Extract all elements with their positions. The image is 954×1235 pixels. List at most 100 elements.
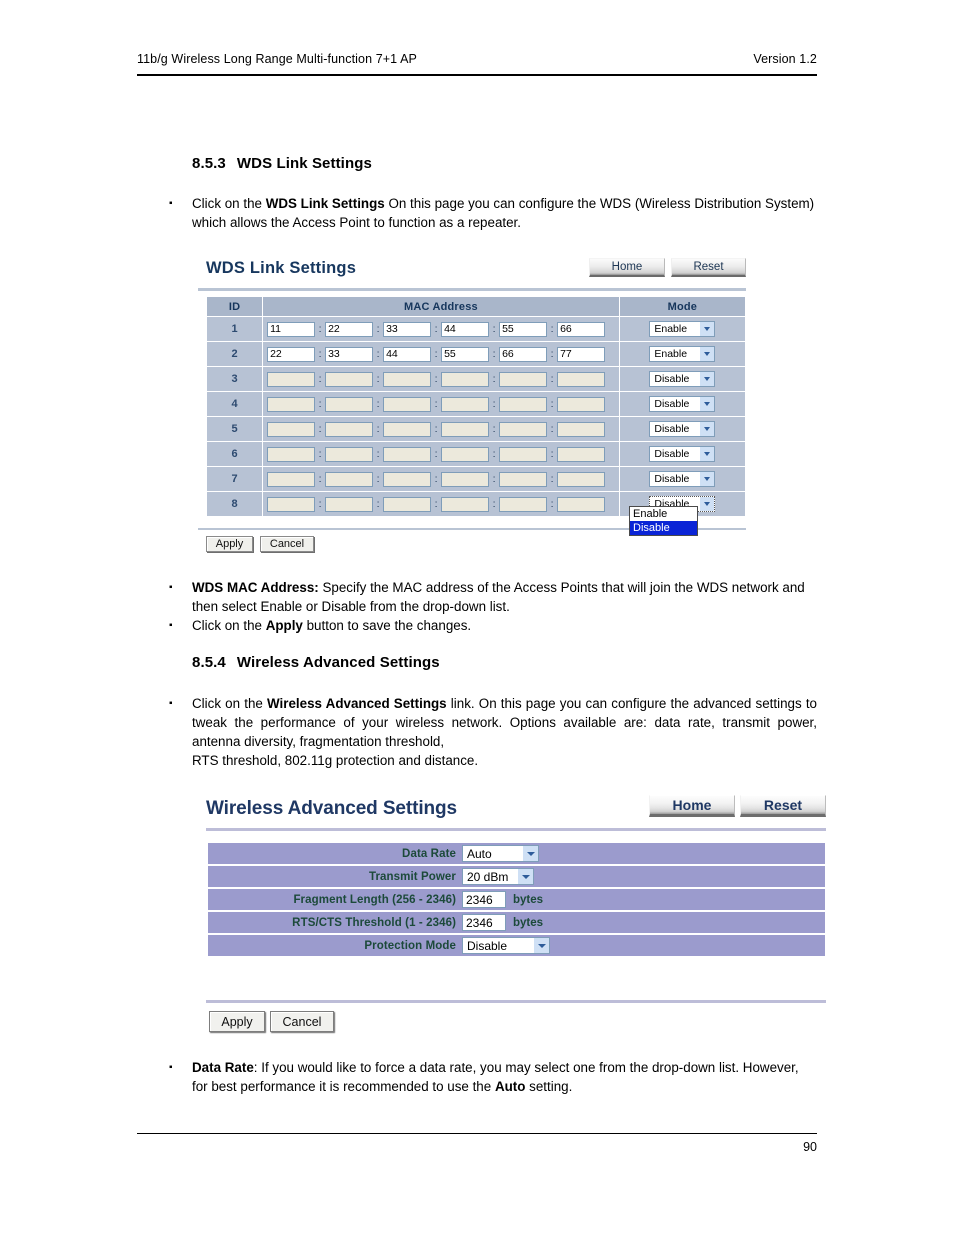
wds-mac-octet[interactable] xyxy=(557,421,606,437)
wds-mac-octet[interactable] xyxy=(383,396,432,412)
mac-separator: : xyxy=(550,448,554,460)
chevron-down-icon xyxy=(700,472,715,486)
advanced-cancel-button[interactable]: Cancel xyxy=(270,1011,334,1032)
wds-mode-dropdown-list[interactable]: Enable Disable xyxy=(629,506,698,536)
wds-mac-octet[interactable] xyxy=(499,421,548,437)
wds-mac-octet[interactable] xyxy=(441,471,490,487)
wds-mac-octet[interactable] xyxy=(557,346,606,362)
wds-mac-octet[interactable] xyxy=(267,371,316,387)
wds-mac-octet[interactable] xyxy=(267,346,316,362)
wds-cancel-button[interactable]: Cancel xyxy=(260,536,314,552)
chevron-down-icon xyxy=(700,397,715,411)
wds-mac-octet[interactable] xyxy=(441,321,490,337)
wds-mac-octet[interactable] xyxy=(325,346,374,362)
wds-mac-octet[interactable] xyxy=(325,471,374,487)
table-row: 2 : : : : : xyxy=(205,341,747,367)
wds-mac-octet[interactable] xyxy=(325,396,374,412)
wds-row-mac: : : : : : xyxy=(262,316,620,342)
wds-title-divider xyxy=(198,288,746,291)
wds-mac-octet[interactable] xyxy=(499,371,548,387)
wds-mac-octet[interactable] xyxy=(267,321,316,337)
wds-row-mac: : : : : : xyxy=(262,466,620,492)
wds-mac-octet[interactable] xyxy=(383,371,432,387)
wds-mode-select[interactable]: Disable xyxy=(649,446,716,462)
wds-panel-title: WDS Link Settings xyxy=(206,259,357,277)
wds-mac-octet[interactable] xyxy=(499,496,548,512)
mac-separator: : xyxy=(318,348,322,360)
wds-mac-octet[interactable] xyxy=(557,321,606,337)
wds-mac-octet[interactable] xyxy=(441,421,490,437)
data-rate-value: Auto xyxy=(467,846,492,861)
advanced-intro-bold: Wireless Advanced Settings xyxy=(267,696,447,711)
wds-row-id: 4 xyxy=(205,391,264,417)
field-label-data-rate: Data Rate xyxy=(208,843,462,864)
wds-mode-select[interactable]: Enable xyxy=(649,321,716,337)
advanced-home-button[interactable]: Home xyxy=(649,795,735,817)
wds-mac-octet[interactable] xyxy=(383,421,432,437)
rts-cts-threshold-input[interactable] xyxy=(462,914,506,931)
wds-mac-octet[interactable] xyxy=(441,446,490,462)
advanced-intro-text: Click on the Wireless Advanced Settings … xyxy=(192,694,817,770)
wds-mac-octet[interactable] xyxy=(557,371,606,387)
wds-mac-octet[interactable] xyxy=(383,321,432,337)
wds-mac-octet[interactable] xyxy=(267,396,316,412)
wds-mac-octet[interactable] xyxy=(267,446,316,462)
wds-mac-octet[interactable] xyxy=(383,346,432,362)
wds-mode-select[interactable]: Disable xyxy=(649,371,716,387)
dropdown-option-disable[interactable]: Disable xyxy=(630,521,697,535)
wds-mode-select[interactable]: Disable xyxy=(649,421,716,437)
wds-reset-button[interactable]: Reset xyxy=(671,258,746,277)
data-rate-select[interactable]: Auto xyxy=(462,845,539,862)
wds-mode-select[interactable]: Enable xyxy=(649,346,716,362)
wds-mac-octet[interactable] xyxy=(557,396,606,412)
mac-separator: : xyxy=(434,448,438,460)
mac-separator: : xyxy=(318,473,322,485)
table-row: 6 : : : : : Disable xyxy=(205,441,747,467)
wds-mac-octet[interactable] xyxy=(499,396,548,412)
wds-mac-octet[interactable] xyxy=(499,346,548,362)
dropdown-option-enable[interactable]: Enable xyxy=(630,507,697,521)
wds-mode-select[interactable]: Disable xyxy=(649,396,716,412)
field-label-rts-cts-threshold: RTS/CTS Threshold (1 - 2346) xyxy=(208,912,462,933)
wds-mac-octet[interactable] xyxy=(267,496,316,512)
wds-mode-select[interactable]: Disable xyxy=(649,471,716,487)
wds-apply-button[interactable]: Apply xyxy=(206,536,253,552)
advanced-reset-button[interactable]: Reset xyxy=(740,795,826,817)
wds-mac-octet[interactable] xyxy=(383,471,432,487)
wds-apply-hint-c: button to save the changes. xyxy=(302,618,472,633)
wds-mac-octet[interactable] xyxy=(499,321,548,337)
wds-mac-octet[interactable] xyxy=(557,496,606,512)
wds-mac-octet[interactable] xyxy=(557,471,606,487)
table-row: Protection Mode Disable xyxy=(208,935,825,956)
wds-mac-octet[interactable] xyxy=(383,496,432,512)
wds-home-button[interactable]: Home xyxy=(589,258,665,277)
wds-mac-octet[interactable] xyxy=(325,321,374,337)
wds-mac-octet[interactable] xyxy=(499,471,548,487)
wds-mac-octet[interactable] xyxy=(325,371,374,387)
wds-mac-octet[interactable] xyxy=(557,446,606,462)
wds-mac-octet[interactable] xyxy=(441,496,490,512)
wds-mac-octet[interactable] xyxy=(267,421,316,437)
advanced-apply-button[interactable]: Apply xyxy=(209,1011,265,1032)
fragment-length-input[interactable] xyxy=(462,891,506,908)
wds-mode-value: Disable xyxy=(654,448,690,460)
wds-mac-octet[interactable] xyxy=(383,446,432,462)
mac-separator: : xyxy=(550,348,554,360)
bullet-marker xyxy=(169,194,192,213)
wds-mac-octet[interactable] xyxy=(441,396,490,412)
wds-mac-octet[interactable] xyxy=(499,446,548,462)
mac-separator: : xyxy=(492,498,496,510)
mac-separator: : xyxy=(376,473,380,485)
wds-mac-octet[interactable] xyxy=(325,421,374,437)
wds-mac-octet[interactable] xyxy=(325,446,374,462)
mac-separator: : xyxy=(434,348,438,360)
wds-mac-octet[interactable] xyxy=(267,471,316,487)
protection-mode-select[interactable]: Disable xyxy=(462,937,550,954)
section-heading-wds: 8.5.3 WDS Link Settings xyxy=(192,155,372,172)
wds-mac-octet[interactable] xyxy=(441,371,490,387)
wds-mac-octet[interactable] xyxy=(441,346,490,362)
transmit-power-select[interactable]: 20 dBm xyxy=(462,868,534,885)
mac-separator: : xyxy=(550,498,554,510)
wds-mac-octet[interactable] xyxy=(325,496,374,512)
wds-row-id: 2 xyxy=(205,341,264,367)
